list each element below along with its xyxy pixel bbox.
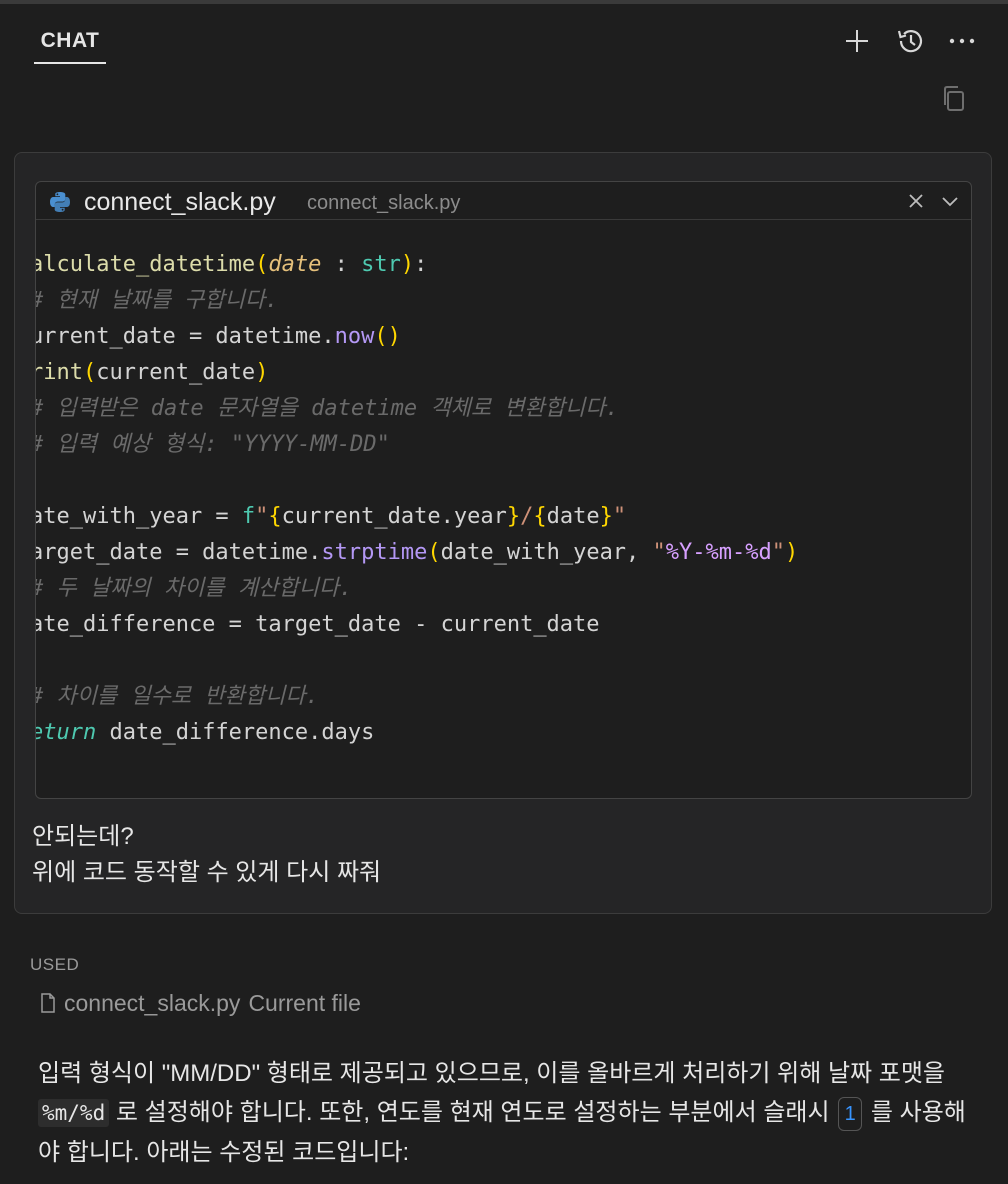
collapse-attachment-button[interactable] bbox=[938, 189, 962, 213]
code-line: # 현재 날짜를 구합니다. bbox=[36, 288, 279, 313]
user-message-text: 안되는데? 위에 코드 동작할 수 있게 다시 짜줘 bbox=[32, 819, 381, 891]
used-file-name: connect_slack.py bbox=[64, 989, 241, 1016]
tab-chat[interactable]: CHAT bbox=[34, 22, 106, 64]
code-line: # 두 날짜의 차이를 계산합니다. bbox=[36, 576, 353, 601]
history-icon bbox=[897, 30, 923, 53]
response-text: 로 설정해야 합니다. 또한, 연도를 현재 연도로 설정하는 부분에서 슬래시 bbox=[109, 1099, 837, 1126]
code-line: ate_with_year = f"{current_date.year}/{d… bbox=[36, 504, 627, 529]
assistant-response: 입력 형식이 "MM/DD" 형태로 제공되고 있으므로, 이를 올바르게 처리… bbox=[38, 1054, 978, 1172]
file-icon bbox=[41, 993, 55, 1013]
code-line: # 차이를 일수로 반환합니다. bbox=[36, 684, 319, 709]
response-text: 입력 형식이 "MM/DD" 형태로 제공되고 있으므로, 이를 올바르게 처리… bbox=[38, 1060, 946, 1087]
chevron-down-icon bbox=[942, 197, 958, 207]
copy-button[interactable] bbox=[938, 82, 970, 116]
code-line: # 입력받은 date 문자열을 datetime 객체로 변환합니다. bbox=[36, 396, 619, 421]
code-line: # 입력 예상 형식: "YYYY-MM-DD" bbox=[36, 432, 390, 457]
copy-icon bbox=[944, 86, 964, 111]
used-context-label: USED bbox=[30, 955, 80, 974]
plus-icon bbox=[846, 30, 868, 52]
user-message-line: 안되는데? bbox=[32, 823, 134, 850]
user-message: connect_slack.py connect_slack.py alcula… bbox=[14, 152, 992, 914]
code-line: alculate_datetime(date : str): bbox=[36, 252, 428, 277]
remove-attachment-button[interactable] bbox=[904, 189, 928, 213]
code-line: urrent_date = datetime.now() bbox=[36, 324, 401, 349]
close-icon bbox=[909, 194, 923, 208]
user-message-line: 위에 코드 동작할 수 있게 다시 짜줘 bbox=[32, 859, 382, 886]
code-line: eturn date_difference.days bbox=[36, 720, 375, 745]
code-preview: alculate_datetime(date : str): # 현재 날짜를 … bbox=[36, 226, 971, 786]
more-icon bbox=[949, 38, 975, 44]
history-button[interactable] bbox=[893, 24, 927, 58]
used-file-description: Current file bbox=[248, 989, 361, 1016]
code-line: rint(current_date) bbox=[36, 360, 269, 385]
file-attachment-card: connect_slack.py connect_slack.py alcula… bbox=[35, 181, 972, 799]
used-context-file[interactable]: connect_slack.py Current file bbox=[40, 988, 361, 1018]
code-line: ate_difference = target_date - current_d… bbox=[36, 612, 600, 637]
citation-badge[interactable]: 1 bbox=[838, 1096, 863, 1131]
new-chat-button[interactable] bbox=[840, 24, 874, 58]
attachment-file-name[interactable]: connect_slack.py bbox=[84, 187, 276, 217]
attachment-file-path: connect_slack.py bbox=[307, 192, 461, 214]
python-icon bbox=[50, 192, 70, 212]
more-actions-button[interactable] bbox=[945, 24, 979, 58]
chat-header: CHAT bbox=[0, 4, 1008, 70]
attachment-header: connect_slack.py connect_slack.py bbox=[36, 182, 971, 220]
inline-code: %m/%d bbox=[38, 1099, 110, 1127]
code-line: arget_date = datetime.strptime(date_with… bbox=[36, 540, 799, 565]
